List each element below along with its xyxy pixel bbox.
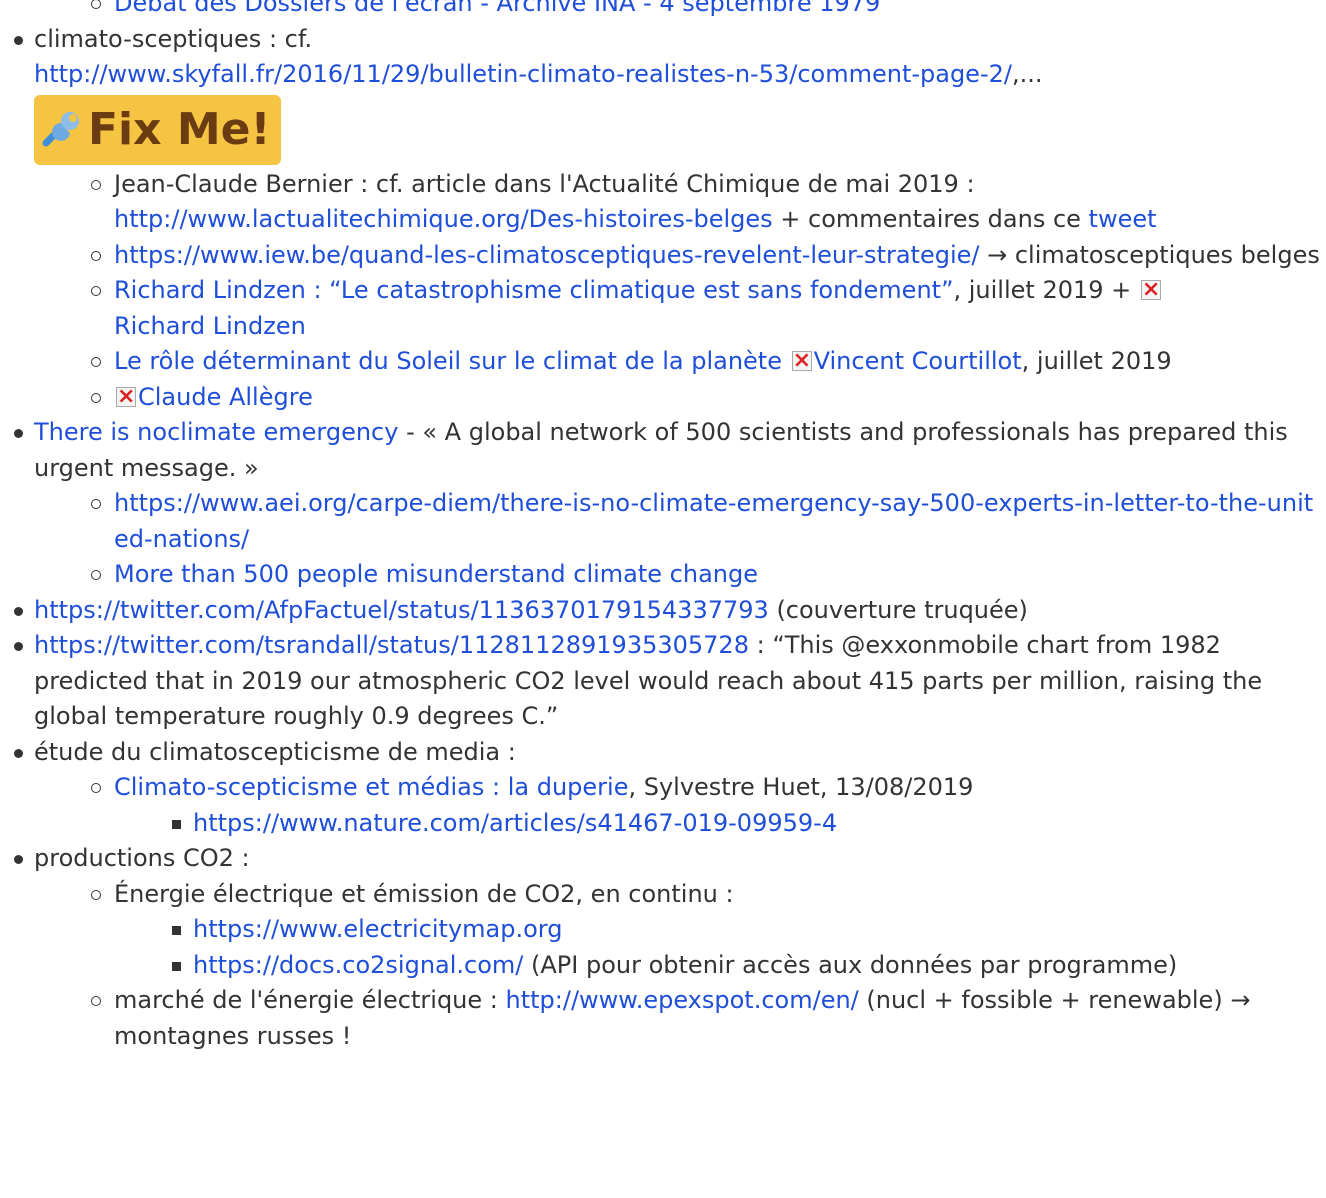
circle-bullet-icon bbox=[91, 0, 101, 9]
item-text: ,... bbox=[1011, 60, 1043, 88]
skyfall-link[interactable]: http://www.skyfall.fr/2016/11/29/bulleti… bbox=[34, 60, 1012, 88]
item-text: → climatosceptiques belges bbox=[979, 240, 1320, 269]
tsrandall-link[interactable]: https://twitter.com/tsrandall/status/112… bbox=[34, 631, 749, 659]
soleil-link[interactable]: Le rôle déterminant du Soleil sur le cli… bbox=[114, 347, 782, 375]
item-text: climato-sceptiques : cf. bbox=[34, 24, 313, 53]
courtillot-link[interactable]: Vincent Courtillot bbox=[814, 347, 1022, 375]
afp-link[interactable]: https://twitter.com/AfpFactuel/status/11… bbox=[34, 596, 769, 624]
list-item: étude du climatoscepticisme de media : bbox=[0, 735, 1326, 771]
broken-image-icon bbox=[116, 379, 136, 414]
aei-link[interactable]: https://www.aei.org/carpe-diem/there-is-… bbox=[114, 489, 1313, 553]
circle-bullet-icon bbox=[91, 570, 101, 580]
circle-bullet-icon bbox=[91, 250, 101, 261]
item-text: , Sylvestre Huet, 13/08/2019 bbox=[628, 773, 974, 801]
item-text: étude du climatoscepticisme de media : bbox=[34, 737, 516, 766]
item-text: (API pour obtenir accès aux données par … bbox=[523, 950, 1178, 979]
page-content: Débat des Dossiers de l'écran - Archive … bbox=[0, 0, 1326, 1054]
sceptiques-sublist: Jean-Claude Bernier : cf. article dans l… bbox=[0, 167, 1326, 416]
list-item: https://twitter.com/AfpFactuel/status/11… bbox=[0, 593, 1326, 629]
list-item: productions CO2 : bbox=[0, 841, 1326, 877]
bullet-icon bbox=[14, 429, 23, 438]
fixme-label: Fix Me! bbox=[88, 104, 271, 155]
duperie-link[interactable]: Climato-scepticisme et médias : la duper… bbox=[114, 773, 628, 801]
list-item: Climato-scepticisme et médias : la duper… bbox=[0, 770, 1326, 806]
list-item: Débat des Dossiers de l'écran - Archive … bbox=[0, 0, 1326, 22]
circle-bullet-icon bbox=[91, 996, 101, 1006]
debat-link[interactable]: Débat des Dossiers de l'écran - Archive … bbox=[114, 0, 880, 17]
bullet-icon bbox=[14, 855, 23, 864]
circle-bullet-icon bbox=[91, 357, 101, 367]
lindzen-name-link[interactable]: Richard Lindzen bbox=[114, 312, 306, 340]
item-text: , juillet 2019 bbox=[1021, 347, 1172, 375]
item-text: Jean-Claude Bernier : cf. article dans l… bbox=[114, 169, 975, 198]
list-item: Jean-Claude Bernier : cf. article dans l… bbox=[0, 167, 1326, 238]
circle-bullet-icon bbox=[91, 889, 101, 900]
bullet-icon bbox=[14, 35, 23, 45]
list-item: Claude Allègre bbox=[0, 379, 1326, 416]
allegre-link[interactable]: Claude Allègre bbox=[138, 383, 313, 411]
list-item: Richard Lindzen : “Le catastrophisme cli… bbox=[0, 272, 1326, 344]
item-text: marché de l'énergie électrique : bbox=[114, 986, 506, 1014]
bullet-icon bbox=[14, 642, 23, 651]
list-item: https://www.iew.be/quand-les-climatoscep… bbox=[0, 238, 1326, 274]
list-item: There is noclimate emergency - « A globa… bbox=[0, 415, 1326, 486]
list-item: https://www.nature.com/articles/s41467-0… bbox=[0, 806, 1326, 842]
tweet-link[interactable]: tweet bbox=[1089, 205, 1157, 233]
item-text: (couverture truquée) bbox=[768, 595, 1028, 624]
list-item: marché de l'énergie électrique : http://… bbox=[0, 983, 1326, 1054]
circle-bullet-icon bbox=[91, 392, 101, 403]
list-item: https://twitter.com/tsrandall/status/112… bbox=[0, 628, 1326, 735]
list-item: Énergie électrique et émission de CO2, e… bbox=[0, 877, 1326, 913]
list-item: https://docs.co2signal.com/ (API pour ob… bbox=[0, 948, 1326, 984]
lindzen-link[interactable]: Richard Lindzen : “Le catastrophisme cli… bbox=[114, 276, 954, 304]
list-item: https://www.electricitymap.org bbox=[0, 912, 1326, 948]
circle-bullet-icon bbox=[91, 783, 101, 793]
electricitymap-link[interactable]: https://www.electricitymap.org bbox=[193, 915, 562, 943]
noclimate-link[interactable]: There is noclimate emergency bbox=[34, 418, 398, 446]
list-item: https://www.aei.org/carpe-diem/there-is-… bbox=[0, 486, 1326, 557]
misunderstand-link[interactable]: More than 500 people misunderstand clima… bbox=[114, 560, 758, 588]
main-list: Débat des Dossiers de l'écran - Archive … bbox=[0, 0, 1326, 93]
co2signal-link[interactable]: https://docs.co2signal.com/ bbox=[193, 951, 523, 979]
wrench-icon bbox=[42, 111, 79, 146]
nature-link[interactable]: https://www.nature.com/articles/s41467-0… bbox=[193, 809, 837, 837]
lactualite-link[interactable]: http://www.lactualitechimique.org/Des-hi… bbox=[114, 205, 773, 233]
bullet-icon bbox=[14, 606, 23, 616]
list-item: More than 500 people misunderstand clima… bbox=[0, 557, 1326, 593]
item-text: + commentaires dans ce bbox=[772, 205, 1089, 233]
broken-image-icon bbox=[1140, 272, 1161, 308]
circle-bullet-icon bbox=[91, 286, 101, 296]
square-bullet-icon bbox=[172, 819, 181, 829]
fixme-badge: Fix Me! bbox=[34, 94, 281, 165]
iew-link[interactable]: https://www.iew.be/quand-les-climatoscep… bbox=[114, 241, 979, 269]
item-text: Énergie électrique et émission de CO2, e… bbox=[114, 879, 734, 908]
main-list-continued: There is noclimate emergency - « A globa… bbox=[0, 415, 1326, 1054]
circle-bullet-icon bbox=[91, 179, 101, 190]
item-text: , juillet 2019 + bbox=[953, 276, 1139, 304]
broken-image-icon bbox=[791, 343, 812, 379]
bullet-icon bbox=[14, 748, 23, 758]
list-item: Le rôle déterminant du Soleil sur le cli… bbox=[0, 343, 1326, 380]
square-bullet-icon bbox=[172, 961, 181, 971]
epex-link[interactable]: http://www.epexspot.com/en/ bbox=[506, 986, 859, 1014]
item-text: productions CO2 : bbox=[34, 844, 250, 872]
square-bullet-icon bbox=[172, 926, 181, 935]
list-item: climato-sceptiques : cf. http://www.skyfa… bbox=[0, 22, 1326, 93]
circle-bullet-icon bbox=[91, 499, 101, 509]
